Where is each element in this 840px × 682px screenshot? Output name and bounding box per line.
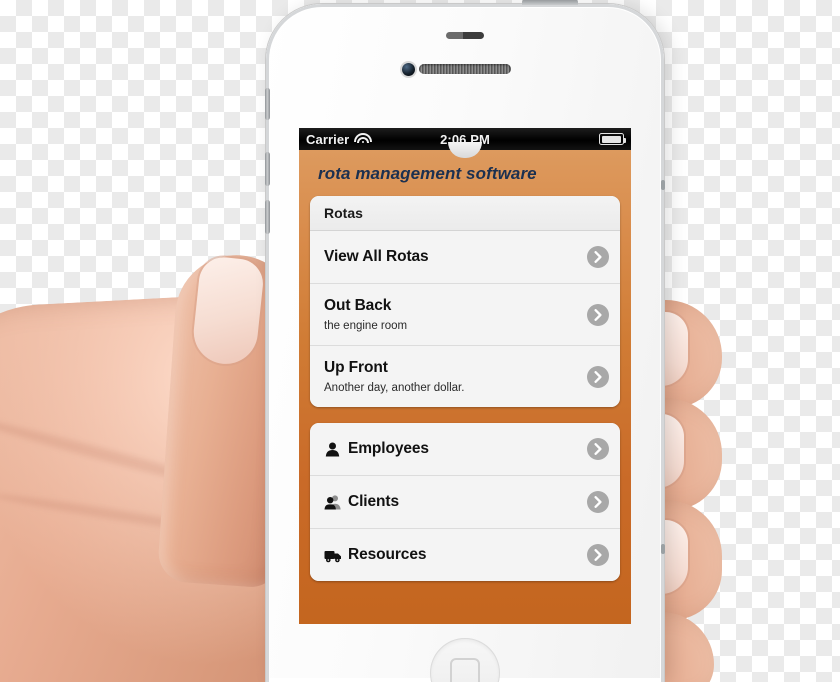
chevron-right-icon[interactable] — [587, 303, 609, 326]
row-title: View All Rotas — [324, 248, 429, 265]
truck-icon — [324, 548, 341, 563]
silent-switch[interactable] — [265, 88, 270, 120]
row-title: Out Back — [324, 297, 392, 314]
row-clients[interactable]: Clients — [310, 476, 620, 529]
home-button[interactable] — [430, 638, 500, 682]
app-content: rota management software Rotas View All … — [299, 142, 631, 624]
row-subtitle: Another day, another dollar. — [324, 382, 465, 394]
chevron-right-icon[interactable] — [587, 491, 609, 513]
carrier-label: Carrier — [306, 131, 350, 147]
rotas-card: Rotas View All Rotas Out Back the engine… — [310, 196, 620, 407]
row-title-label: Clients — [348, 493, 399, 510]
earpiece-speaker — [419, 64, 511, 74]
wifi-icon — [354, 132, 373, 146]
antenna-notch-top — [661, 180, 665, 190]
row-title-label: Resources — [348, 546, 427, 563]
chevron-right-icon[interactable] — [587, 438, 609, 460]
antenna-notch-bottom — [661, 544, 665, 554]
proximity-sensor — [446, 32, 484, 39]
row-employees[interactable]: Employees — [310, 423, 620, 476]
phone-screen: Carrier 2:06 PM rota management software… — [299, 128, 631, 624]
people-icon — [324, 494, 341, 510]
row-title-label: Employees — [348, 440, 429, 457]
row-view-all-rotas[interactable]: View All Rotas — [310, 231, 620, 284]
volume-down-button[interactable] — [265, 200, 270, 234]
power-button[interactable] — [522, 0, 578, 5]
volume-up-button[interactable] — [265, 152, 270, 186]
person-icon — [324, 442, 341, 457]
screenshot-stage: Carrier 2:06 PM rota management software… — [0, 0, 840, 682]
rotas-section-header: Rotas — [310, 196, 620, 231]
battery-icon — [599, 133, 626, 145]
smartphone-device: Carrier 2:06 PM rota management software… — [265, 0, 665, 682]
chevron-right-icon[interactable] — [587, 246, 609, 268]
chevron-right-icon[interactable] — [587, 544, 609, 566]
thumb-nail — [190, 254, 266, 368]
nav-card: Employees Clients Resources — [310, 423, 620, 581]
front-camera — [402, 63, 415, 76]
chevron-right-icon[interactable] — [587, 365, 609, 388]
row-resources[interactable]: Resources — [310, 529, 620, 581]
home-button-square-icon — [450, 658, 480, 682]
row-title: Up Front — [324, 359, 388, 376]
row-subtitle: the engine room — [324, 320, 408, 332]
row-up-front[interactable]: Up Front Another day, another dollar. — [310, 346, 620, 407]
row-out-back[interactable]: Out Back the engine room — [310, 284, 620, 346]
